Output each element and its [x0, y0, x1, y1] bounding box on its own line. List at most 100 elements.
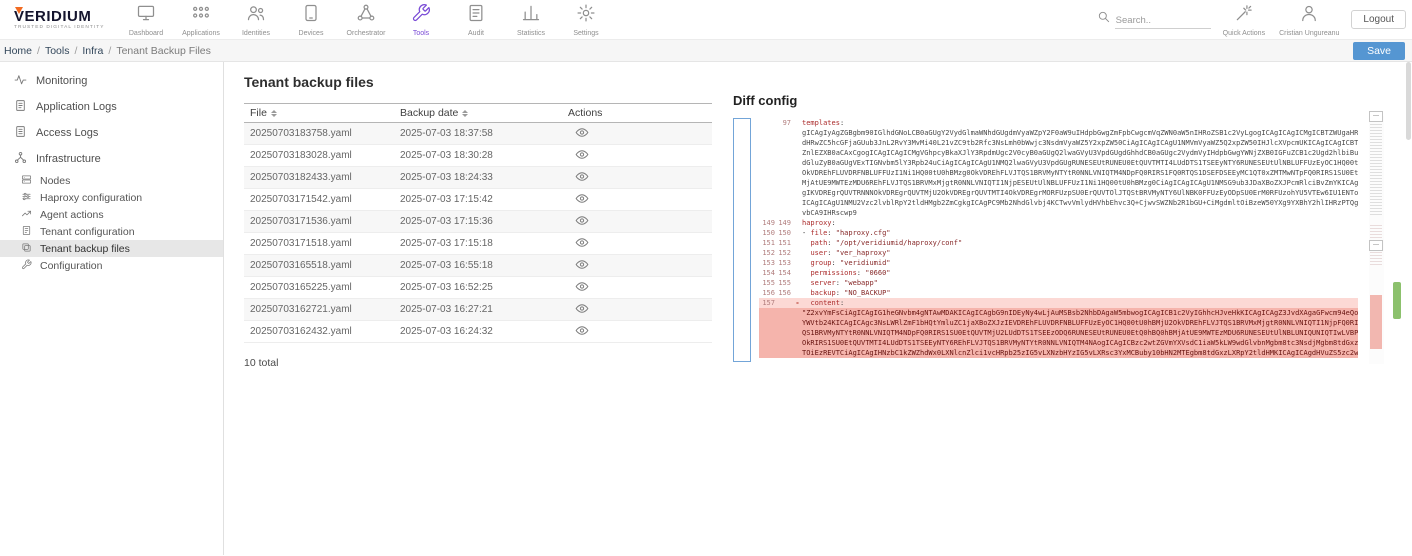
diff-line: dGluZyB0aGUgVExTIGNvbm5lY3Rpb24uCiAgICAg…: [759, 158, 1358, 168]
table-row: 20250703171536.yaml 2025-07-03 17:15:36: [244, 211, 712, 233]
breadcrumb-bar: Home / Tools / Infra / Tenant Backup Fil…: [0, 40, 1412, 62]
diff-line: gIKVDREgrQUVTRNNNOkVDREgrQUVTMjU2OkVDREg…: [759, 188, 1358, 198]
view-backup-button[interactable]: [575, 302, 589, 317]
table-row: 20250703182433.yaml 2025-07-03 18:24:33: [244, 167, 712, 189]
view-backup-button[interactable]: [575, 148, 589, 163]
file-cell: 20250703162432.yaml: [244, 326, 394, 337]
eye-icon: [575, 170, 589, 185]
user-icon: [1299, 3, 1319, 28]
diff-line: 152152 user: "ver_haproxy": [759, 248, 1358, 258]
table-row: 20250703165225.yaml 2025-07-03 16:52:25: [244, 277, 712, 299]
view-backup-button[interactable]: [575, 214, 589, 229]
breadcrumb-link-tools[interactable]: Tools: [45, 45, 70, 57]
diff-line: OkVDREhFLUVDRFNBLUFFUzI1Ni1HQ00tU0hBMzg0…: [759, 168, 1358, 178]
nav-item-statistics[interactable]: Statistics: [504, 3, 559, 37]
eye-icon: [575, 192, 589, 207]
orchestrator-icon: [356, 3, 376, 28]
diff-line: 153153 group: "veridiumid": [759, 258, 1358, 268]
table-row: 20250703162432.yaml 2025-07-03 16:24:32: [244, 321, 712, 343]
diff-line: "Z2xvYmFsCiAgICAgIG1heGNvbm4gNTAwMDAKICA…: [759, 308, 1358, 318]
diff-line: 155155 server: "webapp": [759, 278, 1358, 288]
file-cell: 20250703171536.yaml: [244, 216, 394, 227]
backup-files-table: File Backup date Actions 2025070318375: [244, 103, 712, 343]
breadcrumb-link-home[interactable]: Home: [4, 45, 32, 57]
nav-item-settings[interactable]: Settings: [559, 3, 614, 37]
actions-cell: [562, 192, 712, 207]
file-cell: 20250703171542.yaml: [244, 194, 394, 205]
view-backup-button[interactable]: [575, 170, 589, 185]
brand-logo: VERIDIUM TRUSTED DIGITAL IDENTITY: [14, 9, 105, 31]
sidebar-item-infrastructure[interactable]: Infrastructure: [0, 146, 223, 172]
date-cell: 2025-07-03 18:30:28: [394, 150, 562, 161]
diff-line: TOiEzREVTCiAgICAgIHNzbC1kZWZhdWx0LXNlcnZ…: [759, 348, 1358, 358]
search-box: [1097, 10, 1211, 29]
diff-line: 149149haproxy:: [759, 218, 1358, 228]
sidebar-item-nodes[interactable]: Nodes: [0, 172, 223, 189]
date-cell: 2025-07-03 16:55:18: [394, 260, 562, 271]
sidebar-item-monitoring[interactable]: Monitoring: [0, 68, 223, 94]
diff-line: QS1BRVMyNTYtR0NNLVNIQTM4NDpFQ0RIRS1SU0Et…: [759, 328, 1358, 338]
quick-actions-button[interactable]: Quick Actions: [1221, 3, 1267, 37]
nav-item-identities[interactable]: Identities: [229, 3, 284, 37]
nav-item-audit[interactable]: Audit: [449, 3, 504, 37]
page-scrollbar[interactable]: [1406, 62, 1411, 140]
date-cell: 2025-07-03 17:15:18: [394, 238, 562, 249]
diff-code[interactable]: 97templates:gICAgIyAgZGBgbm90IGlhdGNoLCB…: [759, 118, 1358, 364]
view-backup-button[interactable]: [575, 126, 589, 141]
agent-actions-icon: [21, 208, 32, 222]
nav-item-tools[interactable]: Tools: [394, 3, 449, 37]
file-cell: 20250703182433.yaml: [244, 172, 394, 183]
sidebar-item-access-logs[interactable]: Access Logs: [0, 120, 223, 146]
diff-editor[interactable]: 97templates:gICAgIyAgZGBgbm90IGlhdGNoLCB…: [733, 116, 1404, 364]
app-window: VERIDIUM TRUSTED DIGITAL IDENTITY Dashbo…: [0, 0, 1412, 556]
dashboard-icon: [136, 3, 156, 28]
sidebar-item-tenant-backup-files[interactable]: Tenant backup files: [0, 240, 223, 257]
file-cell: 20250703183028.yaml: [244, 150, 394, 161]
nav-item-devices[interactable]: Devices: [284, 3, 339, 37]
sidebar-item-agent-actions[interactable]: Agent actions: [0, 206, 223, 223]
sort-icon: [271, 110, 277, 117]
eye-icon: [575, 280, 589, 295]
column-header-file[interactable]: File: [244, 107, 394, 119]
user-menu[interactable]: Cristian Ungureanu: [1277, 3, 1341, 37]
fold-widget[interactable]: —: [1369, 111, 1383, 122]
view-backup-button[interactable]: [575, 192, 589, 207]
date-cell: 2025-07-03 18:37:58: [394, 128, 562, 139]
nav-item-dashboard[interactable]: Dashboard: [119, 3, 174, 37]
table-row: 20250703171518.yaml 2025-07-03 17:15:18: [244, 233, 712, 255]
save-button[interactable]: Save: [1353, 42, 1405, 60]
actions-cell: [562, 214, 712, 229]
date-cell: 2025-07-03 17:15:36: [394, 216, 562, 227]
search-input[interactable]: [1115, 13, 1211, 29]
fold-widget[interactable]: —: [1369, 240, 1383, 251]
date-cell: 2025-07-03 18:24:33: [394, 172, 562, 183]
overview-ruler-added-mark: [1393, 282, 1401, 319]
diff-title: Diff config: [733, 93, 1404, 108]
eye-icon: [575, 258, 589, 273]
breadcrumb-link-infra[interactable]: Infra: [82, 45, 103, 57]
audit-icon: [466, 3, 486, 28]
view-backup-button[interactable]: [575, 280, 589, 295]
breadcrumb: Home / Tools / Infra / Tenant Backup Fil…: [4, 45, 211, 57]
sidebar-item-haproxy-configuration[interactable]: Haproxy configuration: [0, 189, 223, 206]
sidebar-item-tenant-configuration[interactable]: Tenant configuration: [0, 223, 223, 240]
nav-item-orchestrator[interactable]: Orchestrator: [339, 3, 394, 37]
view-backup-button[interactable]: [575, 324, 589, 339]
top-bar: VERIDIUM TRUSTED DIGITAL IDENTITY Dashbo…: [0, 0, 1412, 40]
sidebar-item-configuration[interactable]: Configuration: [0, 257, 223, 274]
date-cell: 2025-07-03 16:52:25: [394, 282, 562, 293]
brand-name: VERIDIUM: [14, 9, 105, 24]
main-nav: Dashboard Applications Identities Device…: [119, 3, 614, 37]
column-header-backup-date[interactable]: Backup date: [394, 107, 562, 119]
diff-line: gICAgIyAgZGBgbm90IGlhdGNoLCB0aGUgY2VydGl…: [759, 128, 1358, 138]
actions-cell: [562, 126, 712, 141]
nav-item-applications[interactable]: Applications: [174, 3, 229, 37]
sidebar: Monitoring Application Logs Access Logs …: [0, 62, 224, 555]
view-backup-button[interactable]: [575, 236, 589, 251]
logout-button[interactable]: Logout: [1351, 10, 1406, 29]
sidebar-item-application-logs[interactable]: Application Logs: [0, 94, 223, 120]
view-backup-button[interactable]: [575, 258, 589, 273]
eye-icon: [575, 148, 589, 163]
date-cell: 2025-07-03 16:24:32: [394, 326, 562, 337]
breadcrumb-separator: /: [37, 45, 40, 57]
